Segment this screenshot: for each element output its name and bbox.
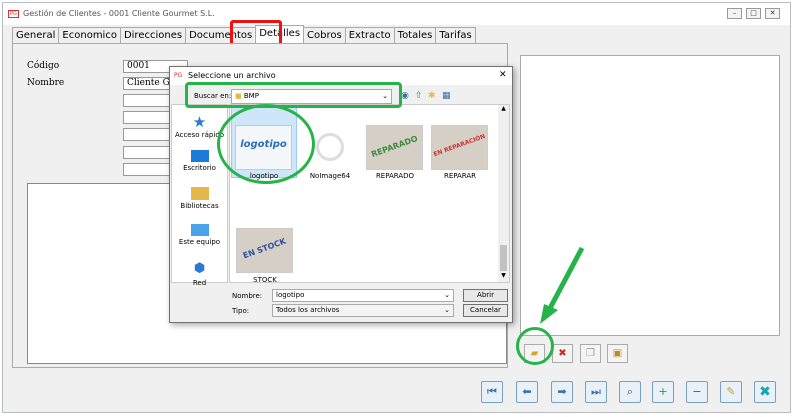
first-record-button[interactable]: ⏮: [481, 381, 503, 403]
delete-document-icon: −: [692, 385, 702, 398]
tab-economico[interactable]: Economico: [58, 27, 121, 43]
binoculars-icon: ⌕: [626, 385, 634, 398]
tab-extracto[interactable]: Extracto: [344, 27, 395, 43]
place-libraries[interactable]: Bibliotecas: [172, 187, 227, 210]
new-folder-icon[interactable]: ✱: [428, 91, 436, 101]
file-thumb-reparar: EN REPARACIÓN: [431, 125, 488, 170]
place-label: Escritorio: [183, 164, 216, 172]
open-button[interactable]: Abrir: [463, 289, 508, 302]
file-name[interactable]: REPARADO: [360, 172, 430, 180]
delete-record-button[interactable]: −: [686, 381, 708, 403]
last-icon: ⏭: [591, 385, 601, 398]
app-icon: PG: [8, 10, 19, 18]
scrollbar[interactable]: ▲ ▼: [498, 105, 509, 282]
copy-button[interactable]: ❐: [580, 344, 601, 363]
edit-folder-icon: ✎: [726, 385, 736, 398]
file-name-value: logotipo: [276, 291, 305, 299]
file-name[interactable]: NoImage64: [295, 172, 365, 180]
tipo-label: Tipo:: [232, 307, 250, 315]
chevron-down-icon: ⌄: [444, 306, 450, 314]
place-label: Bibliotecas: [180, 202, 219, 210]
cancel-button[interactable]: Cancelar: [463, 304, 508, 317]
back-icon[interactable]: ◉: [401, 91, 409, 101]
scroll-down-icon[interactable]: ▼: [498, 272, 509, 282]
file-name[interactable]: STOCK: [230, 276, 300, 284]
copy-icon: ❐: [586, 348, 595, 359]
minimize-button[interactable]: –: [727, 8, 742, 19]
place-this-pc[interactable]: Este equipo: [172, 224, 227, 246]
close-icon: ✖: [759, 384, 771, 400]
tab-direcciones[interactable]: Direcciones: [119, 27, 187, 43]
search-button[interactable]: ⌕: [619, 381, 641, 403]
edit-record-button[interactable]: ✎: [720, 381, 742, 403]
computer-icon: [190, 224, 209, 236]
title-bar: PG Gestión de Clientes - 0001 Cliente Go…: [3, 3, 790, 25]
nombre-label: Nombre: [27, 78, 65, 88]
codigo-label: Código: [27, 61, 60, 71]
chevron-down-icon: ⌄: [444, 291, 450, 299]
paste-icon: ▣: [612, 348, 623, 359]
dialog-app-icon: PG: [174, 72, 183, 79]
place-label: Red: [192, 279, 207, 287]
up-folder-icon[interactable]: ⇧: [415, 91, 423, 101]
stamp-image: REPARADO: [370, 133, 419, 160]
button-highlight-circle: [516, 327, 554, 365]
file-name[interactable]: REPARAR: [425, 172, 495, 180]
next-record-button[interactable]: ➡: [551, 381, 573, 403]
arrow-left-icon: ⬅: [522, 385, 532, 398]
arrow-annotation: [540, 246, 585, 324]
stamp-image: EN REPARACIÓN: [432, 132, 487, 159]
exit-button[interactable]: ✖: [754, 381, 776, 403]
file-type-select[interactable]: Todos los archivos ⌄: [272, 304, 454, 317]
file-thumb-noimage: [310, 127, 350, 167]
desktop-icon: [190, 150, 209, 162]
view-menu-icon[interactable]: ▦: [442, 91, 451, 101]
add-record-button[interactable]: +: [652, 381, 674, 403]
nombre-file-label: Nombre:: [232, 292, 263, 300]
add-document-icon: +: [658, 385, 668, 398]
scroll-thumb[interactable]: [500, 245, 507, 271]
paste-button[interactable]: ▣: [607, 344, 628, 363]
tab-tarifas[interactable]: Tarifas: [435, 27, 476, 43]
tab-general[interactable]: General: [12, 27, 60, 43]
tab-totales[interactable]: Totales: [393, 27, 437, 43]
window-title: Gestión de Clientes - 0001 Cliente Gourm…: [23, 9, 215, 18]
star-icon: ★: [192, 113, 207, 131]
dialog-title: Seleccione un archivo: [188, 71, 276, 80]
network-icon: ⬢: [193, 261, 206, 276]
tab-cobros[interactable]: Cobros: [303, 27, 346, 43]
file-type-value: Todos los archivos: [276, 306, 340, 314]
delete-image-button[interactable]: ✖: [552, 344, 573, 363]
place-label: Este equipo: [178, 238, 221, 246]
dialog-close-icon[interactable]: ✕: [499, 70, 507, 80]
delete-icon: ✖: [558, 348, 567, 359]
close-button[interactable]: ✕: [765, 8, 780, 19]
maximize-button[interactable]: □: [746, 8, 761, 19]
stamp-image: EN STOCK: [241, 236, 288, 261]
file-thumb-reparado: REPARADO: [366, 125, 423, 170]
file-highlight-circle: [217, 104, 315, 184]
previous-record-button[interactable]: ⬅: [516, 381, 538, 403]
scroll-up-icon[interactable]: ▲: [498, 105, 509, 115]
first-icon: ⏮: [487, 385, 497, 398]
file-name-input[interactable]: logotipo ⌄: [272, 289, 454, 302]
place-network[interactable]: ⬢ Red: [172, 261, 227, 287]
libraries-icon: [190, 187, 209, 200]
last-record-button[interactable]: ⏭: [585, 381, 607, 403]
no-image-icon: [316, 133, 344, 161]
arrow-right-icon: ➡: [557, 385, 567, 398]
file-thumb-stock: EN STOCK: [236, 228, 293, 273]
folder-highlight-box: [185, 82, 402, 108]
